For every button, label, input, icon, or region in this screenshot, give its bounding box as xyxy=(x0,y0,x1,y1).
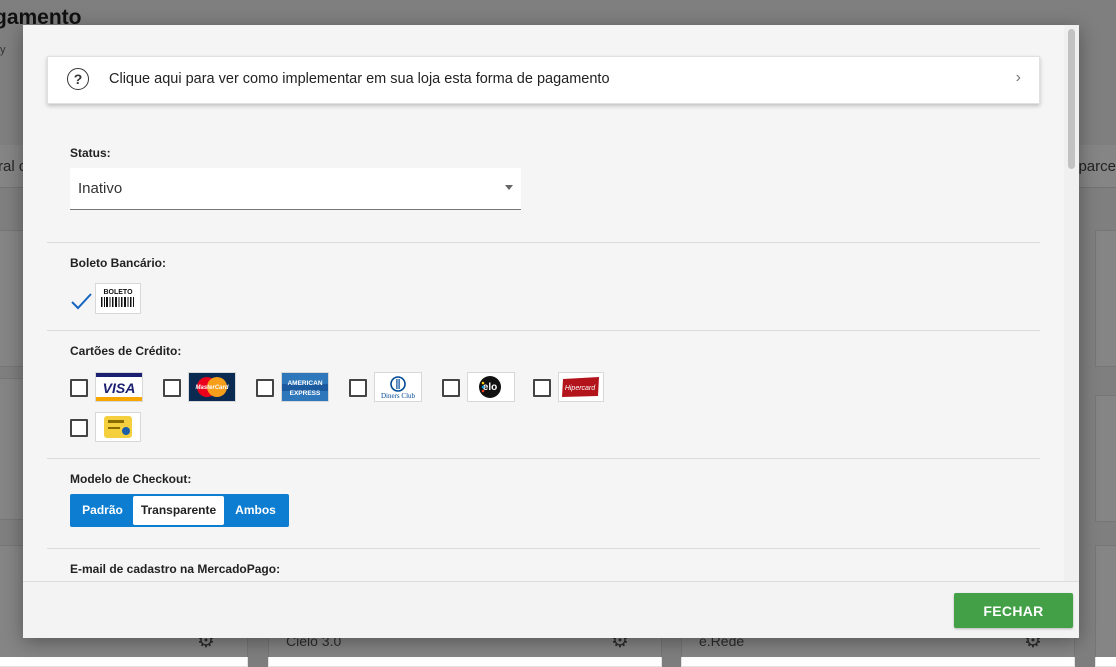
status-label: Status: xyxy=(70,146,111,160)
checkbox-amex[interactable] xyxy=(256,379,274,397)
boleto-logo: BOLETO xyxy=(95,283,141,314)
implementation-help-bar[interactable]: ? Clique aqui para ver como implementar … xyxy=(47,56,1040,104)
help-bar-text: Clique aqui para ver como implementar em… xyxy=(109,71,610,87)
close-button[interactable]: FECHAR xyxy=(954,593,1073,628)
payment-settings-modal: ? Clique aqui para ver como implementar … xyxy=(23,25,1079,638)
modal-scrollbar-thumb[interactable] xyxy=(1068,29,1075,169)
section-divider xyxy=(47,548,1040,549)
svg-text:Diners Club: Diners Club xyxy=(381,392,416,400)
chevron-right-icon: › xyxy=(1015,69,1021,86)
checkout-option-transparente[interactable]: Transparente xyxy=(133,496,224,525)
checkout-option-padrao[interactable]: Padrão xyxy=(72,496,133,525)
checkbox-hiper[interactable] xyxy=(70,419,88,437)
checkout-model-segmented-control: Padrão Transparente Ambos xyxy=(70,494,289,527)
elo-logo: elo xyxy=(467,372,515,402)
checkbox-diners[interactable] xyxy=(349,379,367,397)
hipercard-logo: Hipercard xyxy=(558,372,604,402)
modal-footer: FECHAR xyxy=(23,581,1079,638)
hiper-logo xyxy=(95,412,141,442)
modal-body: ? Clique aqui para ver como implementar … xyxy=(23,25,1064,581)
question-circle-icon: ? xyxy=(67,68,89,90)
svg-text:VISA: VISA xyxy=(103,380,136,396)
checkbox-elo[interactable] xyxy=(442,379,460,397)
section-divider xyxy=(47,458,1040,459)
svg-text:EXPRESS: EXPRESS xyxy=(290,390,321,397)
svg-text:AMERICAN: AMERICAN xyxy=(287,380,322,387)
boleto-logo-text: BOLETO xyxy=(103,289,133,296)
status-select-value: Inativo xyxy=(78,180,123,197)
checkbox-hipercard[interactable] xyxy=(533,379,551,397)
mercadopago-email-label: E-mail de cadastro na MercadoPago: xyxy=(70,562,281,576)
checkout-option-ambos[interactable]: Ambos xyxy=(224,496,287,525)
boleto-checked-icon[interactable] xyxy=(70,290,92,312)
checkout-model-label: Modelo de Checkout: xyxy=(70,472,192,486)
section-divider xyxy=(47,330,1040,331)
svg-text:Hipercard: Hipercard xyxy=(565,385,596,392)
checkbox-mastercard[interactable] xyxy=(163,379,181,397)
diners-club-logo: Diners Club xyxy=(374,372,422,402)
section-divider xyxy=(47,242,1040,243)
svg-text:MasterCard: MasterCard xyxy=(195,385,228,391)
status-select[interactable]: Inativo xyxy=(70,168,521,210)
svg-text:elo: elo xyxy=(483,382,497,393)
visa-logo: VISA xyxy=(95,372,143,402)
dropdown-arrow-icon xyxy=(505,185,513,190)
credit-cards-label: Cartões de Crédito: xyxy=(70,344,182,358)
mastercard-logo: MasterCard xyxy=(188,372,236,402)
boleto-label: Boleto Bancário: xyxy=(70,256,167,270)
checkbox-visa[interactable] xyxy=(70,379,88,397)
modal-scrollbar[interactable] xyxy=(1064,25,1079,581)
amex-logo: AMERICAN EXPRESS xyxy=(281,372,329,402)
